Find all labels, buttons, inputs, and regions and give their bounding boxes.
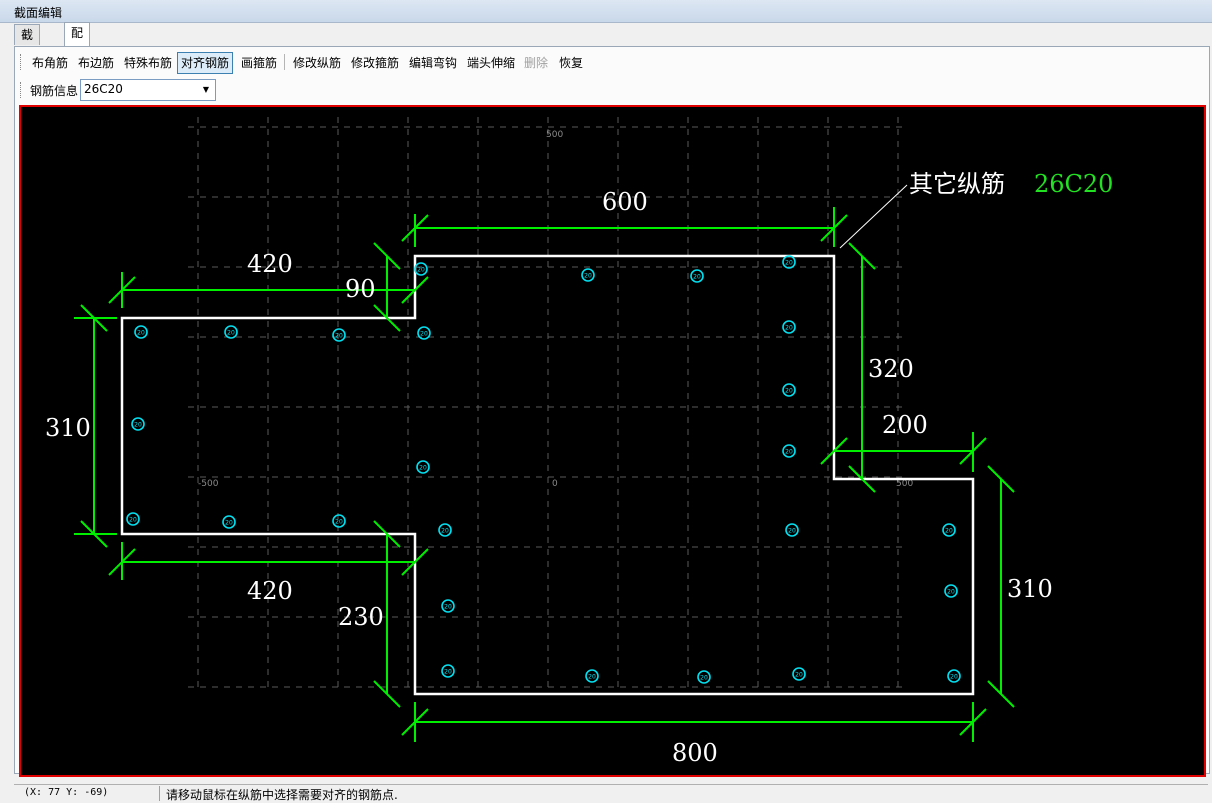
rebar-marker-label: 20 <box>693 274 701 281</box>
rebar-marker-label: 20 <box>785 388 793 395</box>
window-titlebar: 截面编辑 <box>0 0 1212 23</box>
toolbar-grip[interactable] <box>20 54 23 70</box>
dim-label-320: 320 <box>868 355 914 383</box>
rebar-marker-label: 20 <box>129 517 137 524</box>
align-rebar-button[interactable]: 对齐钢筋 <box>177 52 234 74</box>
rebar-marker-label: 20 <box>335 333 343 340</box>
rebar-marker-label: 20 <box>441 528 449 535</box>
end-extend-button[interactable]: 端头伸缩 <box>463 52 519 74</box>
rebar-info-label: 钢筋信息 <box>30 84 79 98</box>
status-message: 请移动鼠标在纵筋中选择需要对齐的钢筋点. <box>166 788 398 802</box>
callout-text: 其它纵筋 <box>909 170 1005 198</box>
rebar-marker-label: 20 <box>700 675 708 682</box>
rebar-marker-label: 20 <box>788 528 796 535</box>
rebar-marker-label: 20 <box>227 330 235 337</box>
rebar-marker-label: 20 <box>795 672 803 679</box>
restore-button[interactable]: 恢复 <box>555 52 587 74</box>
axis-tick-left: -500 <box>198 479 219 489</box>
section-drawing: 500 -500 0 500 600 420 90 310 320 200 42… <box>21 107 1204 775</box>
rebar-marker-label: 20 <box>444 669 452 676</box>
dim-label-230: 230 <box>338 603 384 631</box>
status-divider <box>159 786 160 801</box>
toolbar-separator <box>284 54 285 70</box>
infobar-grip[interactable] <box>20 82 23 98</box>
dim-label-90: 90 <box>345 275 376 303</box>
drawing-canvas[interactable]: 500 -500 0 500 600 420 90 310 320 200 42… <box>19 105 1206 777</box>
edit-longitudinal-button[interactable]: 修改纵筋 <box>289 52 345 74</box>
rebar-marker-label: 20 <box>420 331 428 338</box>
edit-stirrup-button[interactable]: 修改箍筋 <box>347 52 403 74</box>
rebar-marker-label: 20 <box>417 267 425 274</box>
cursor-coordinates: (X: 77 Y: -69) <box>24 787 109 798</box>
rebar-info-select[interactable]: 26C20 ▼ <box>80 79 216 101</box>
tab-section[interactable]: 截面 <box>14 24 41 62</box>
dim-label-420-top: 420 <box>247 250 293 278</box>
rebar-marker-label: 20 <box>225 520 233 527</box>
dim-label-310-left: 310 <box>45 414 91 442</box>
axis-tick-right: 500 <box>896 479 913 489</box>
dim-label-600: 600 <box>602 188 648 216</box>
special-rebar-button[interactable]: 特殊布筋 <box>120 52 176 74</box>
rebar-marker-label: 20 <box>137 330 145 337</box>
rebar-marker-label: 20 <box>785 260 793 267</box>
rebar-marker-label: 20 <box>950 674 958 681</box>
rebar-marker-label: 20 <box>419 465 427 472</box>
rebar-info-value: 26C20 <box>84 82 123 96</box>
window-title: 截面编辑 <box>14 6 63 20</box>
edge-rebar-button[interactable]: 布边筋 <box>74 52 118 74</box>
dim-label-800: 800 <box>672 739 718 767</box>
dim-label-200: 200 <box>882 411 928 439</box>
rebar-marker-label: 20 <box>588 674 596 681</box>
status-bar: (X: 77 Y: -69) 请移动鼠标在纵筋中选择需要对齐的钢筋点. <box>14 784 1208 802</box>
rebar-marker-label: 20 <box>947 589 955 596</box>
chevron-down-icon[interactable]: ▼ <box>199 82 213 97</box>
tab-reinforcement[interactable]: 配筋 <box>64 22 91 60</box>
edit-hook-button[interactable]: 编辑弯钩 <box>405 52 461 74</box>
delete-button[interactable]: 删除 <box>520 52 552 74</box>
callout-value: 26C20 <box>1034 170 1113 198</box>
draw-stirrup-button[interactable]: 画箍筋 <box>237 52 281 74</box>
axis-tick-top: 500 <box>546 130 563 140</box>
dim-label-420-bottom: 420 <box>247 577 293 605</box>
rebar-marker-label: 20 <box>335 519 343 526</box>
rebar-marker-label: 20 <box>785 325 793 332</box>
rebar-marker-label: 20 <box>945 528 953 535</box>
rebar-marker-label: 20 <box>444 604 452 611</box>
dim-label-310-right: 310 <box>1007 575 1053 603</box>
axis-tick-center: 0 <box>552 479 558 489</box>
rebar-marker-label: 20 <box>584 273 592 280</box>
rebar-marker-label: 20 <box>785 449 793 456</box>
corner-rebar-button[interactable]: 布角筋 <box>28 52 72 74</box>
rebar-marker-label: 20 <box>134 422 142 429</box>
